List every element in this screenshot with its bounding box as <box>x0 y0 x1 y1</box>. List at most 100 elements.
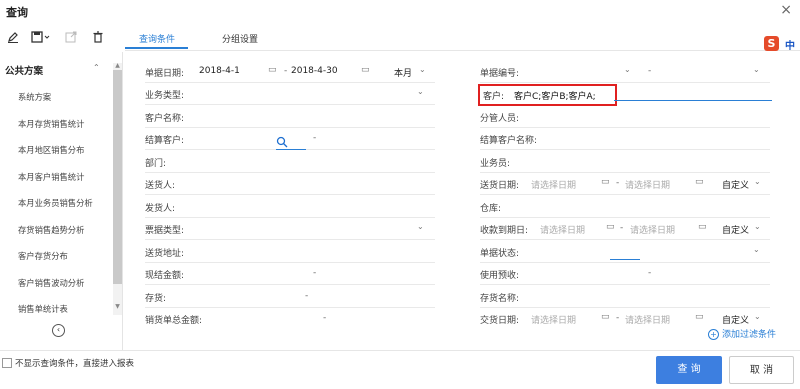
field-label: 仓库: <box>480 204 502 214</box>
public-schemes-heading: 公共方案 <box>5 66 44 77</box>
sidebar-item[interactable]: 客户存货分布 <box>18 250 68 262</box>
date-to-input[interactable]: 2018-4-30 <box>291 66 338 76</box>
customer-input-highlight[interactable]: 客户: 客户C;客户B;客户A; <box>478 84 617 106</box>
field-department[interactable]: 部门: <box>145 152 435 173</box>
chevron-down-icon[interactable]: ⌄ <box>754 177 761 186</box>
period-select[interactable]: 本月 <box>394 66 412 79</box>
field-delivery-person[interactable]: 送货人: <box>145 174 435 195</box>
ime-indicator: S 中 <box>758 36 800 54</box>
chevron-down-icon[interactable]: ⌄ <box>754 222 761 231</box>
sidebar-item[interactable]: 本月客户销售统计 <box>18 171 84 183</box>
field-settlement-customer-name[interactable]: 结算客户名称: <box>480 129 770 150</box>
period-select[interactable]: 自定义 <box>722 313 749 324</box>
field-business-type[interactable]: 业务类型: ⌄ <box>145 84 435 105</box>
calendar-icon[interactable]: ▭ <box>361 65 370 75</box>
chevron-down-icon[interactable]: ⌄ <box>753 245 760 254</box>
date-to-input[interactable]: 请选择日期 <box>630 223 675 236</box>
calendar-icon[interactable]: ▭ <box>601 312 610 322</box>
date-from-input[interactable]: 2018-4-1 <box>199 66 240 76</box>
edit-icon[interactable] <box>6 30 20 44</box>
field-label: 业务员: <box>480 159 511 169</box>
field-invoice-type[interactable]: 票据类型: ⌄ <box>145 219 435 240</box>
field-salesperson[interactable]: 业务员: <box>480 152 770 173</box>
skip-conditions-label[interactable]: 不显示查询条件，直接进入报表 <box>15 357 134 369</box>
field-settlement-customer[interactable]: 结算客户: - <box>145 129 435 150</box>
scroll-down-icon[interactable]: ▼ <box>113 303 122 310</box>
customer-value[interactable]: 客户C;客户B;客户A; <box>514 89 596 102</box>
sidebar-item[interactable]: 销售单统计表 <box>18 303 68 315</box>
sidebar-item[interactable]: 本月地区销售分布 <box>18 144 84 156</box>
sidebar-scroll-thumb[interactable] <box>113 70 122 284</box>
date-from-input[interactable]: 请选择日期 <box>531 178 576 191</box>
field-label: 存货名称: <box>480 294 520 304</box>
field-label: 送货地址: <box>145 249 185 259</box>
customer-field-underline <box>614 100 772 101</box>
chevron-down-icon[interactable]: ⌄ <box>417 222 424 231</box>
field-inventory-name[interactable]: 存货名称: <box>480 287 770 308</box>
field-sales-total[interactable]: 销货单总金额: - <box>145 309 435 324</box>
field-document-number[interactable]: 单据编号: ⌄ - ⌄ <box>480 62 770 83</box>
calendar-icon[interactable]: ▭ <box>268 65 277 75</box>
field-delivery-date: 送货日期: 请选择日期 ▭ - 请选择日期 ▭ 自定义 ⌄ <box>480 174 770 195</box>
cancel-button[interactable]: 取 消 <box>729 356 794 384</box>
chevron-down-icon[interactable]: ⌄ <box>754 312 761 321</box>
collapse-sidebar-icon[interactable]: ‹ <box>52 324 65 337</box>
export-icon[interactable] <box>64 30 78 44</box>
field-shipper[interactable]: 发货人: <box>145 197 435 218</box>
field-label: 单据状态: <box>480 249 520 259</box>
sidebar-item[interactable]: 系统方案 <box>18 91 51 103</box>
sidebar-item[interactable]: 本月存货销售统计 <box>18 118 84 130</box>
field-delivery-address[interactable]: 送货地址: <box>145 242 435 263</box>
period-select[interactable]: 自定义 <box>722 223 749 236</box>
field-label: 送货日期: <box>480 181 520 191</box>
field-customer-name[interactable]: 客户名称: <box>145 107 435 128</box>
field-document-date: 单据日期: 2018-4-1 ▭ - 2018-4-30 ▭ 本月 ⌄ <box>145 62 435 83</box>
field-inventory[interactable]: 存货: - <box>145 287 435 308</box>
save-icon[interactable] <box>30 30 52 44</box>
scroll-up-icon[interactable]: ▲ <box>113 62 122 69</box>
delete-icon[interactable] <box>91 30 105 44</box>
period-select[interactable]: 自定义 <box>722 178 749 191</box>
tab-query-conditions[interactable]: 查询条件 <box>139 32 175 45</box>
dialog-title: 查询 <box>6 6 28 19</box>
chevron-down-icon[interactable]: ⌄ <box>753 65 760 74</box>
field-use-prepayment[interactable]: 使用预收: - <box>480 264 770 285</box>
tab-bar: 查询条件 分组设置 <box>125 30 800 51</box>
date-to-input[interactable]: 请选择日期 <box>625 178 670 191</box>
sidebar-item[interactable]: 存货销售趋势分析 <box>18 224 84 236</box>
date-from-input[interactable]: 请选择日期 <box>531 313 576 324</box>
calendar-icon[interactable]: ▭ <box>695 312 704 322</box>
field-cash-amount[interactable]: 现结金额: - <box>145 264 435 285</box>
sidebar-item[interactable]: 客户销售波动分析 <box>18 277 84 289</box>
field-assigned-staff[interactable]: 分管人员: <box>480 107 770 128</box>
field-label: 部门: <box>145 159 167 169</box>
field-label: 结算客户名称: <box>480 136 538 146</box>
field-warehouse[interactable]: 仓库: <box>480 197 770 218</box>
field-label: 交货日期: <box>480 316 520 324</box>
query-button[interactable]: 查 询 <box>656 356 722 384</box>
add-filter-button[interactable]: + 添加过滤条件 <box>708 327 776 340</box>
chevron-up-icon[interactable]: ⌃ <box>93 63 100 72</box>
chevron-down-icon[interactable]: ⌄ <box>419 65 426 74</box>
field-label: 送货人: <box>145 181 176 191</box>
field-label: 客户名称: <box>145 114 185 124</box>
document-status-underline <box>610 259 640 260</box>
field-label: 单据日期: <box>145 69 185 79</box>
date-from-input[interactable]: 请选择日期 <box>540 223 585 236</box>
customer-label: 客户: <box>483 92 505 102</box>
chevron-down-icon[interactable]: ⌄ <box>417 87 424 96</box>
scheme-toolbar <box>0 24 120 50</box>
close-icon[interactable]: × <box>780 2 792 18</box>
sidebar-item[interactable]: 本月业务员销售分析 <box>18 197 93 209</box>
field-label: 分管人员: <box>480 114 520 124</box>
chevron-down-icon[interactable]: ⌄ <box>624 65 631 74</box>
calendar-icon[interactable]: ▭ <box>601 177 610 187</box>
calendar-icon[interactable]: ▭ <box>698 222 707 232</box>
field-label: 现结金额: <box>145 271 185 281</box>
calendar-icon[interactable]: ▭ <box>695 177 704 187</box>
calendar-icon[interactable]: ▭ <box>606 222 615 232</box>
active-tab-indicator <box>125 47 188 49</box>
date-to-input[interactable]: 请选择日期 <box>625 313 670 324</box>
tab-group-settings[interactable]: 分组设置 <box>222 32 258 45</box>
skip-conditions-checkbox[interactable] <box>2 358 12 368</box>
